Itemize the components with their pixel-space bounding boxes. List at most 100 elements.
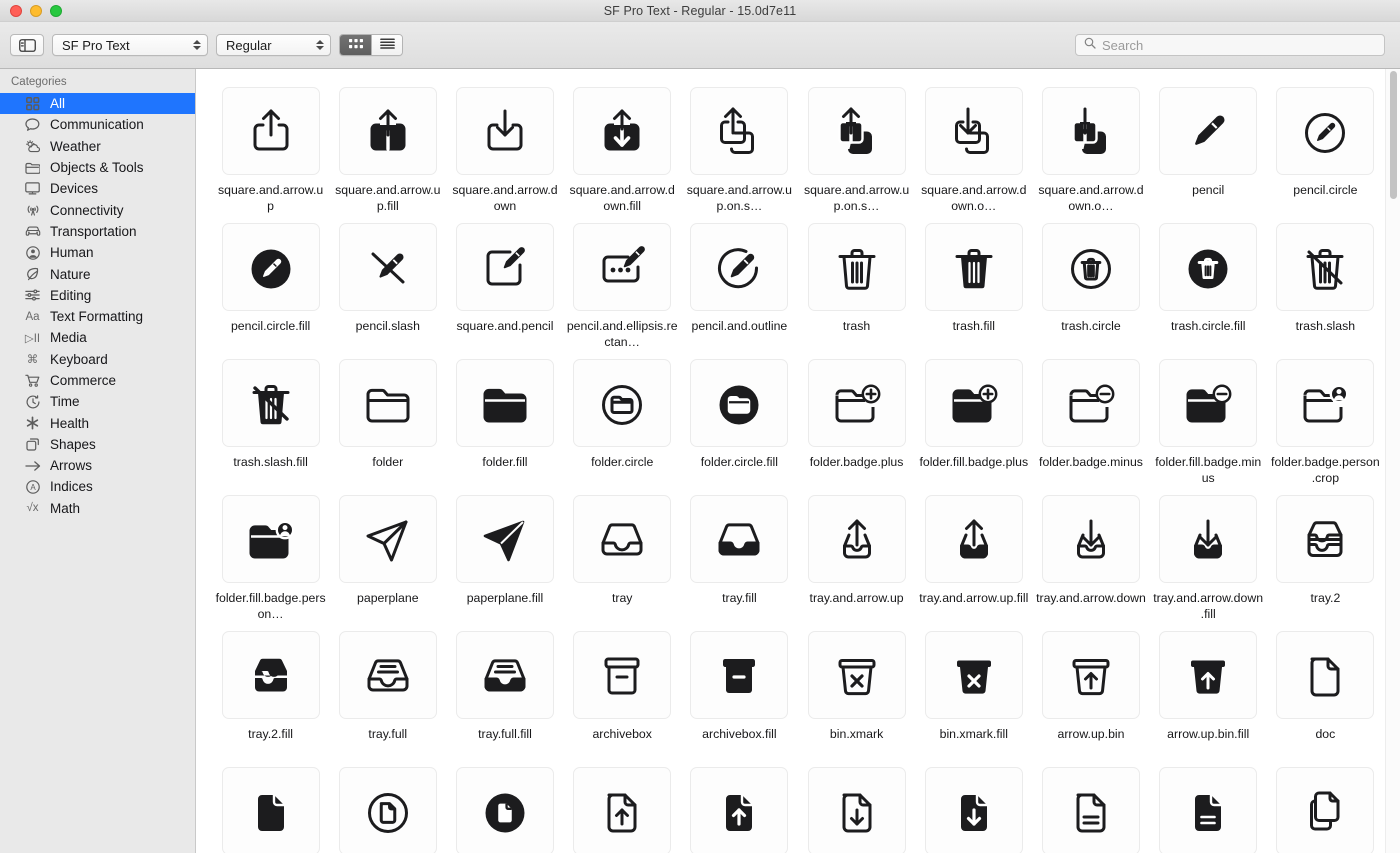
folder-fill-badge-plus-icon[interactable] [924, 359, 1023, 447]
sidebar-item-editing[interactable]: Editing [0, 285, 195, 306]
sidebar-item-time[interactable]: Time [0, 391, 195, 412]
sidebar-item-math[interactable]: √x Math [0, 498, 195, 519]
tray-icon[interactable] [573, 495, 672, 583]
bin-xmark-fill-icon[interactable] [924, 631, 1023, 719]
sidebar-item-arrows[interactable]: Arrows [0, 455, 195, 476]
square-and-arrow-up-fill-icon[interactable] [338, 87, 437, 175]
sidebar-item-communication[interactable]: Communication [0, 114, 195, 135]
close-button[interactable] [10, 4, 22, 17]
symbol-cell[interactable]: tray.full.fill [446, 625, 563, 761]
symbol-cell[interactable]: folder [329, 353, 446, 489]
symbol-cell[interactable]: tray.fill [681, 489, 798, 625]
tray-and-arrow-up-fill-icon[interactable] [924, 495, 1023, 583]
arrow-down-doc-icon[interactable] [807, 767, 906, 853]
symbol-cell[interactable]: tray.and.arrow.down.fill [1150, 489, 1267, 625]
font-weight-select[interactable]: Regular [216, 34, 331, 56]
symbol-cell[interactable]: tray.2 [1267, 489, 1384, 625]
trash-slash-icon[interactable] [1276, 223, 1375, 311]
pencil-icon[interactable] [1159, 87, 1258, 175]
tray-full-fill-icon[interactable] [455, 631, 554, 719]
list-view-button[interactable] [371, 35, 402, 55]
square-and-pencil-icon[interactable] [455, 223, 554, 311]
paperplane-fill-icon[interactable] [455, 495, 554, 583]
pencil-circle-icon[interactable] [1276, 87, 1375, 175]
font-family-select[interactable]: SF Pro Text [52, 34, 208, 56]
sidebar-item-media[interactable]: ▷II Media [0, 327, 195, 348]
symbol-cell[interactable]: folder.fill.badge.person… [212, 489, 329, 625]
symbol-cell[interactable]: doc.on.doc [1267, 761, 1384, 853]
pencil-and-ellipsis-rectangle-icon[interactable] [573, 223, 672, 311]
symbol-cell[interactable]: paperplane [329, 489, 446, 625]
doc-circle-fill-icon[interactable] [455, 767, 554, 853]
sidebar-item-objects-tools[interactable]: Objects & Tools [0, 157, 195, 178]
symbol-cell[interactable]: trash.circle.fill [1150, 217, 1267, 353]
trash-fill-icon[interactable] [924, 223, 1023, 311]
archivebox-fill-icon[interactable] [690, 631, 789, 719]
symbol-cell[interactable]: trash [798, 217, 915, 353]
symbol-cell[interactable]: square.and.arrow.up [212, 81, 329, 217]
doc-text-icon[interactable] [1041, 767, 1140, 853]
symbol-cell[interactable]: folder.fill [446, 353, 563, 489]
symbol-cell[interactable]: folder.circle.fill [681, 353, 798, 489]
symbol-cell[interactable]: square.and.arrow.down.o… [1032, 81, 1149, 217]
symbol-cell[interactable]: tray.and.arrow.down [1032, 489, 1149, 625]
tray-and-arrow-down-fill-icon[interactable] [1159, 495, 1258, 583]
symbol-cell[interactable]: tray.and.arrow.up.fill [915, 489, 1032, 625]
tray-and-arrow-down-icon[interactable] [1041, 495, 1140, 583]
trash-slash-fill-icon[interactable] [221, 359, 320, 447]
symbol-cell[interactable]: doc.fill [212, 761, 329, 853]
sidebar-item-text-formatting[interactable]: Aa Text Formatting [0, 306, 195, 327]
square-and-arrow-up-on-square-icon[interactable] [690, 87, 789, 175]
symbol-cell[interactable]: pencil.and.ellipsis.rectan… [564, 217, 681, 353]
symbol-cell[interactable]: doc.circle.fill [446, 761, 563, 853]
paperplane-icon[interactable] [338, 495, 437, 583]
arrow-up-bin-fill-icon[interactable] [1159, 631, 1258, 719]
doc-text-fill-icon[interactable] [1159, 767, 1258, 853]
folder-fill-badge-minus-icon[interactable] [1159, 359, 1258, 447]
folder-fill-badge-person-crop-icon[interactable] [221, 495, 320, 583]
arrow-up-bin-icon[interactable] [1041, 631, 1140, 719]
pencil-circle-fill-icon[interactable] [221, 223, 320, 311]
tray-full-icon[interactable] [338, 631, 437, 719]
symbol-cell[interactable]: folder.badge.person.crop [1267, 353, 1384, 489]
symbol-cell[interactable]: square.and.pencil [446, 217, 563, 353]
symbol-cell[interactable]: pencil.circle [1267, 81, 1384, 217]
symbol-cell[interactable]: square.and.arrow.up.fill [329, 81, 446, 217]
minimize-button[interactable] [30, 4, 42, 17]
square-and-arrow-up-on-square-fill-icon[interactable] [807, 87, 906, 175]
symbol-cell[interactable]: folder.badge.minus [1032, 353, 1149, 489]
symbol-cell[interactable]: doc.text [1032, 761, 1149, 853]
sidebar-item-nature[interactable]: Nature [0, 263, 195, 284]
search-field[interactable] [1075, 34, 1385, 56]
tray-and-arrow-up-icon[interactable] [807, 495, 906, 583]
symbol-cell[interactable]: trash.slash [1267, 217, 1384, 353]
doc-on-doc-icon[interactable] [1276, 767, 1375, 853]
sidebar-item-all[interactable]: All [0, 93, 195, 115]
symbol-cell[interactable]: square.and.arrow.up.on.s… [798, 81, 915, 217]
symbol-cell[interactable]: tray.2.fill [212, 625, 329, 761]
sidebar-item-indices[interactable]: A Indices [0, 476, 195, 497]
folder-fill-icon[interactable] [455, 359, 554, 447]
symbol-cell[interactable]: arrow.down. [915, 761, 1032, 853]
sidebar-item-weather[interactable]: Weather [0, 136, 195, 157]
symbol-cell[interactable]: pencil.slash [329, 217, 446, 353]
sidebar-item-shapes[interactable]: Shapes [0, 434, 195, 455]
symbol-cell[interactable]: archivebox [564, 625, 681, 761]
doc-circle-icon[interactable] [338, 767, 437, 853]
symbol-cell[interactable]: tray.full [329, 625, 446, 761]
doc-fill-icon[interactable] [221, 767, 320, 853]
symbol-cell[interactable]: folder.circle [564, 353, 681, 489]
zoom-button[interactable] [50, 4, 62, 17]
symbol-cell[interactable]: arrow.up.bin.fill [1150, 625, 1267, 761]
folder-circle-icon[interactable] [573, 359, 672, 447]
square-and-arrow-down-on-square-icon[interactable] [924, 87, 1023, 175]
search-input[interactable] [1102, 37, 1376, 53]
folder-badge-minus-icon[interactable] [1041, 359, 1140, 447]
square-and-arrow-down-fill-icon[interactable] [573, 87, 672, 175]
symbol-cell[interactable]: folder.fill.badge.plus [915, 353, 1032, 489]
symbol-cell[interactable]: pencil [1150, 81, 1267, 217]
vertical-scrollbar[interactable] [1385, 69, 1400, 853]
archivebox-icon[interactable] [573, 631, 672, 719]
symbol-cell[interactable]: folder.badge.plus [798, 353, 915, 489]
bin-xmark-icon[interactable] [807, 631, 906, 719]
